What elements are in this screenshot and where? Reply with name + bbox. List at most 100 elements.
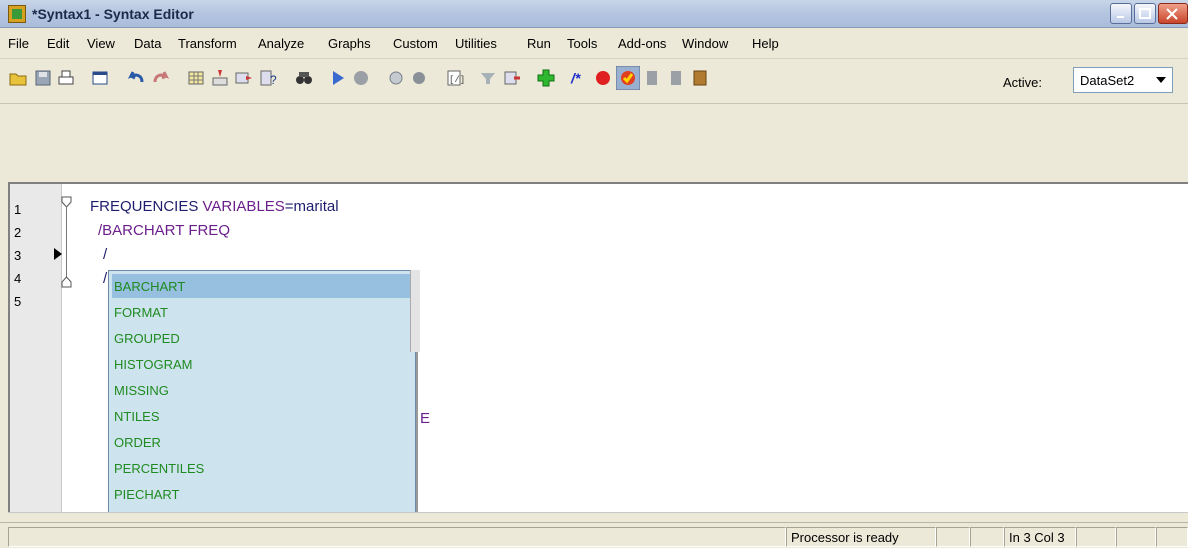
menu-view[interactable]: View bbox=[87, 36, 115, 51]
stop-icon[interactable] bbox=[351, 68, 371, 88]
autocomplete-item[interactable]: NTILES bbox=[112, 404, 413, 428]
status-cell bbox=[936, 527, 970, 547]
goto-data-icon[interactable] bbox=[186, 68, 206, 88]
autocomplete-item[interactable]: HISTOGRAM bbox=[112, 352, 413, 376]
comment-toggle-icon[interactable]: [/] bbox=[444, 68, 464, 88]
toolbar: ? [/] /* Active: DataSet2 bbox=[0, 60, 1188, 104]
bookmark-icon[interactable] bbox=[386, 68, 406, 88]
menu-file[interactable]: File bbox=[8, 36, 29, 51]
keyword-fragment: E bbox=[420, 410, 431, 427]
autocomplete-item[interactable]: PERCENTILES bbox=[112, 456, 413, 480]
select-cases-icon[interactable] bbox=[478, 68, 498, 88]
menu-bar: File Edit View Data Transform Analyze Gr… bbox=[0, 29, 1188, 59]
autocomplete-item[interactable]: PIECHART bbox=[112, 482, 413, 506]
undo-icon[interactable] bbox=[126, 68, 146, 88]
chevron-down-icon bbox=[1156, 77, 1166, 83]
active-dataset-label: Active: bbox=[1003, 75, 1043, 90]
status-cell bbox=[1156, 527, 1188, 547]
run-icon[interactable] bbox=[328, 68, 348, 88]
menu-window[interactable]: Window bbox=[682, 36, 728, 51]
comment-icon[interactable]: /* bbox=[570, 68, 590, 88]
breakpoint-icon[interactable] bbox=[593, 68, 613, 88]
find-icon[interactable] bbox=[294, 68, 314, 88]
close-icon bbox=[1166, 8, 1178, 20]
menu-edit[interactable]: Edit bbox=[47, 36, 69, 51]
menu-transform[interactable]: Transform bbox=[178, 36, 237, 51]
minimize-button[interactable] bbox=[1110, 3, 1132, 24]
line-number-gutter: 1 2 3 4 5 bbox=[10, 184, 62, 512]
step-next-icon[interactable] bbox=[666, 68, 686, 88]
maximize-icon bbox=[1139, 8, 1151, 19]
menu-help[interactable]: Help bbox=[752, 36, 779, 51]
autocomplete-item[interactable]: GROUPED bbox=[112, 326, 413, 350]
show-errors-icon[interactable] bbox=[616, 66, 640, 90]
status-cell bbox=[1116, 527, 1156, 547]
menu-graphs[interactable]: Graphs bbox=[328, 36, 371, 51]
menu-tools[interactable]: Tools bbox=[567, 36, 597, 51]
autocomplete-item[interactable]: FORMAT bbox=[112, 300, 413, 324]
goto-case-icon[interactable] bbox=[210, 68, 230, 88]
line-number: 2 bbox=[14, 225, 22, 240]
autocomplete-item[interactable]: MISSING bbox=[112, 378, 413, 402]
maximize-button[interactable] bbox=[1134, 3, 1156, 24]
fold-end-icon[interactable] bbox=[61, 276, 72, 288]
autocomplete-scrollbar[interactable] bbox=[410, 270, 420, 352]
line-number: 1 bbox=[14, 202, 22, 217]
status-cell bbox=[970, 527, 1004, 547]
svg-text:?: ? bbox=[270, 73, 277, 87]
code-fragment: E bbox=[420, 410, 430, 427]
code-line-1[interactable]: FREQUENCIES VARIABLES=marital bbox=[90, 198, 339, 215]
code-line-4[interactable]: / bbox=[103, 270, 107, 287]
code-line-2[interactable]: /BARCHART FREQ bbox=[98, 222, 230, 239]
save-icon[interactable] bbox=[33, 68, 53, 88]
command-keyword: FREQUENCIES bbox=[90, 198, 199, 215]
cursor-position: In 3 Col 3 bbox=[1004, 527, 1076, 547]
svg-text:[/]: [/] bbox=[449, 75, 464, 85]
dialog-recall-icon[interactable] bbox=[90, 68, 110, 88]
menu-add-ons[interactable]: Add-ons bbox=[618, 36, 666, 51]
close-button[interactable] bbox=[1158, 3, 1188, 24]
status-message-cell bbox=[8, 527, 786, 547]
menu-data[interactable]: Data bbox=[134, 36, 161, 51]
step-end-icon[interactable] bbox=[690, 68, 710, 88]
active-dataset-select[interactable]: DataSet2 bbox=[1073, 67, 1173, 93]
variable-assignment: =marital bbox=[284, 198, 339, 215]
code-line-3[interactable]: / bbox=[103, 246, 107, 263]
window-title: *Syntax1 - Syntax Editor bbox=[32, 6, 194, 22]
status-bar: Processor is ready In 3 Col 3 bbox=[0, 522, 1188, 548]
add-icon[interactable] bbox=[536, 68, 556, 88]
autocomplete-item[interactable]: BARCHART bbox=[112, 274, 413, 298]
keyword: FREQ bbox=[188, 222, 230, 239]
menu-run[interactable]: Run bbox=[527, 36, 551, 51]
subcommand-keyword: /BARCHART bbox=[98, 222, 185, 239]
line-number: 4 bbox=[14, 271, 22, 286]
print-icon[interactable] bbox=[56, 68, 76, 88]
autocomplete-list[interactable]: BARCHART FORMAT GROUPED HISTOGRAM MISSIN… bbox=[108, 270, 416, 532]
step-icon[interactable] bbox=[642, 68, 662, 88]
title-bar: *Syntax1 - Syntax Editor bbox=[0, 0, 1188, 28]
syntax-editor-app-icon[interactable] bbox=[8, 5, 26, 23]
menu-custom[interactable]: Custom bbox=[393, 36, 438, 51]
status-cell bbox=[1076, 527, 1116, 547]
bookmark-next-icon[interactable] bbox=[409, 68, 429, 88]
insert-variable-icon[interactable] bbox=[234, 68, 254, 88]
variables-icon[interactable]: ? bbox=[258, 68, 278, 88]
line-number: 5 bbox=[14, 294, 22, 309]
svg-text:/*: /* bbox=[570, 70, 581, 86]
current-line-arrow-icon bbox=[54, 248, 62, 260]
autocomplete-item[interactable]: ORDER bbox=[112, 430, 413, 454]
minimize-icon bbox=[1117, 16, 1124, 18]
active-dataset-value: DataSet2 bbox=[1080, 73, 1135, 88]
line-number: 3 bbox=[14, 248, 22, 263]
slash: / bbox=[103, 246, 108, 263]
processor-status: Processor is ready bbox=[786, 527, 936, 547]
fold-line bbox=[66, 206, 67, 280]
slash: / bbox=[103, 270, 108, 287]
horizontal-scrollbar[interactable] bbox=[8, 512, 1188, 522]
import-icon[interactable] bbox=[502, 68, 522, 88]
open-icon[interactable] bbox=[8, 68, 28, 88]
redo-icon[interactable] bbox=[151, 68, 171, 88]
menu-utilities[interactable]: Utilities bbox=[455, 36, 497, 51]
menu-analyze[interactable]: Analyze bbox=[258, 36, 304, 51]
toolbar-spacer bbox=[0, 105, 1188, 181]
